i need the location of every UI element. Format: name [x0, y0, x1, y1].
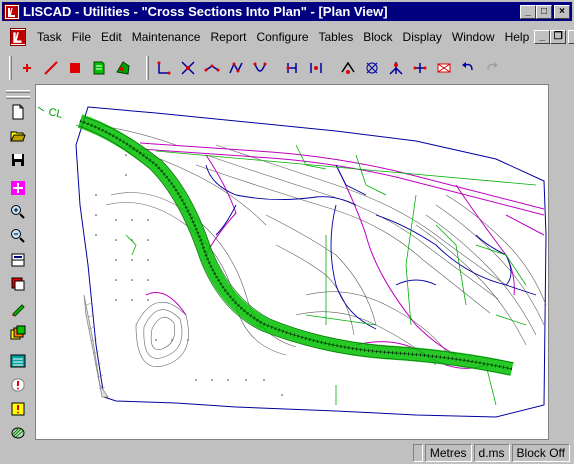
menu-edit[interactable]: Edit	[96, 30, 127, 44]
menu-tables[interactable]: Tables	[314, 30, 359, 44]
status-bar: Metres d.ms Block Off	[0, 442, 574, 464]
menu-help[interactable]: Help	[500, 30, 535, 44]
toolbar-grip[interactable]	[9, 56, 12, 80]
minimize-button[interactable]: _	[520, 4, 536, 19]
sheet-tool-icon[interactable]	[87, 56, 111, 80]
menu-block[interactable]: Block	[358, 30, 397, 44]
menu-maintenance[interactable]: Maintenance	[127, 30, 206, 44]
status-units[interactable]: Metres	[424, 444, 472, 462]
menu-file[interactable]: File	[67, 30, 96, 44]
liscad-app-icon[interactable]	[4, 3, 20, 20]
maximize-button[interactable]: □	[536, 4, 552, 19]
doc-minimize-button[interactable]: _	[534, 30, 551, 44]
multi-window-icon[interactable]	[6, 322, 30, 344]
menu-report[interactable]: Report	[205, 30, 251, 44]
menu-configure[interactable]: Configure	[251, 30, 313, 44]
undo-icon[interactable]	[456, 56, 480, 80]
status-block[interactable]: Block Off	[511, 444, 570, 462]
layer-icon[interactable]	[6, 273, 30, 295]
pan-icon[interactable]	[6, 177, 30, 199]
move-segment-icon[interactable]	[408, 56, 432, 80]
move-point-icon[interactable]	[384, 56, 408, 80]
view-toolbar	[2, 90, 34, 445]
plan-view-canvas[interactable]: CL	[35, 84, 549, 440]
intersect-tool-icon[interactable]	[176, 56, 200, 80]
window-title: LISCAD - Utilities - "Cross Sections Int…	[23, 4, 388, 19]
doc-close-button[interactable]: ×	[568, 30, 574, 44]
delete-segment-icon[interactable]	[432, 56, 456, 80]
status-panel-blank	[412, 444, 423, 462]
new-file-icon[interactable]	[6, 101, 30, 123]
main-road-alignment	[75, 114, 515, 376]
close-button[interactable]: ×	[554, 4, 570, 19]
toolbar-grip-2[interactable]	[146, 56, 149, 80]
pencil-icon[interactable]	[6, 298, 30, 320]
join-points-icon[interactable]	[280, 56, 304, 80]
break-line-icon[interactable]	[304, 56, 328, 80]
menu-task[interactable]: Task	[32, 30, 67, 44]
status-angle-format[interactable]: d.ms	[473, 444, 510, 462]
centreline-label: CL	[47, 106, 63, 121]
zoom-in-icon[interactable]	[6, 201, 30, 223]
save-file-icon[interactable]	[6, 149, 30, 171]
open-file-icon[interactable]	[6, 125, 30, 147]
menu-display[interactable]: Display	[398, 30, 447, 44]
calculator-icon[interactable]	[6, 350, 30, 372]
offset-tool-icon[interactable]	[200, 56, 224, 80]
title-bar: LISCAD - Utilities - "Cross Sections Int…	[2, 2, 572, 21]
hatch-icon[interactable]	[6, 422, 30, 444]
menu-bar: Task File Edit Maintenance Report Config…	[2, 23, 574, 51]
doc-restore-button[interactable]: ❐	[550, 30, 567, 44]
rectangle-select-icon[interactable]	[152, 56, 176, 80]
warning-icon[interactable]	[6, 374, 30, 396]
delete-point-icon[interactable]	[360, 56, 384, 80]
zoom-out-icon[interactable]	[6, 225, 30, 247]
drawing-toolbar	[2, 53, 572, 83]
menu-window[interactable]: Window	[447, 30, 500, 44]
survey-points	[95, 154, 283, 396]
block-tool-icon[interactable]	[63, 56, 87, 80]
alert-icon[interactable]	[6, 398, 30, 420]
polygon-tool-icon[interactable]	[111, 56, 135, 80]
redo-icon[interactable]	[480, 56, 504, 80]
service-lines	[205, 164, 537, 330]
edit-point-icon[interactable]	[336, 56, 360, 80]
point-tool-icon[interactable]	[15, 56, 39, 80]
arc-tool-icon[interactable]	[248, 56, 272, 80]
polyline-tool-icon[interactable]	[224, 56, 248, 80]
zoom-window-icon[interactable]	[6, 249, 30, 271]
document-icon[interactable]	[10, 28, 26, 46]
line-tool-icon[interactable]	[39, 56, 63, 80]
